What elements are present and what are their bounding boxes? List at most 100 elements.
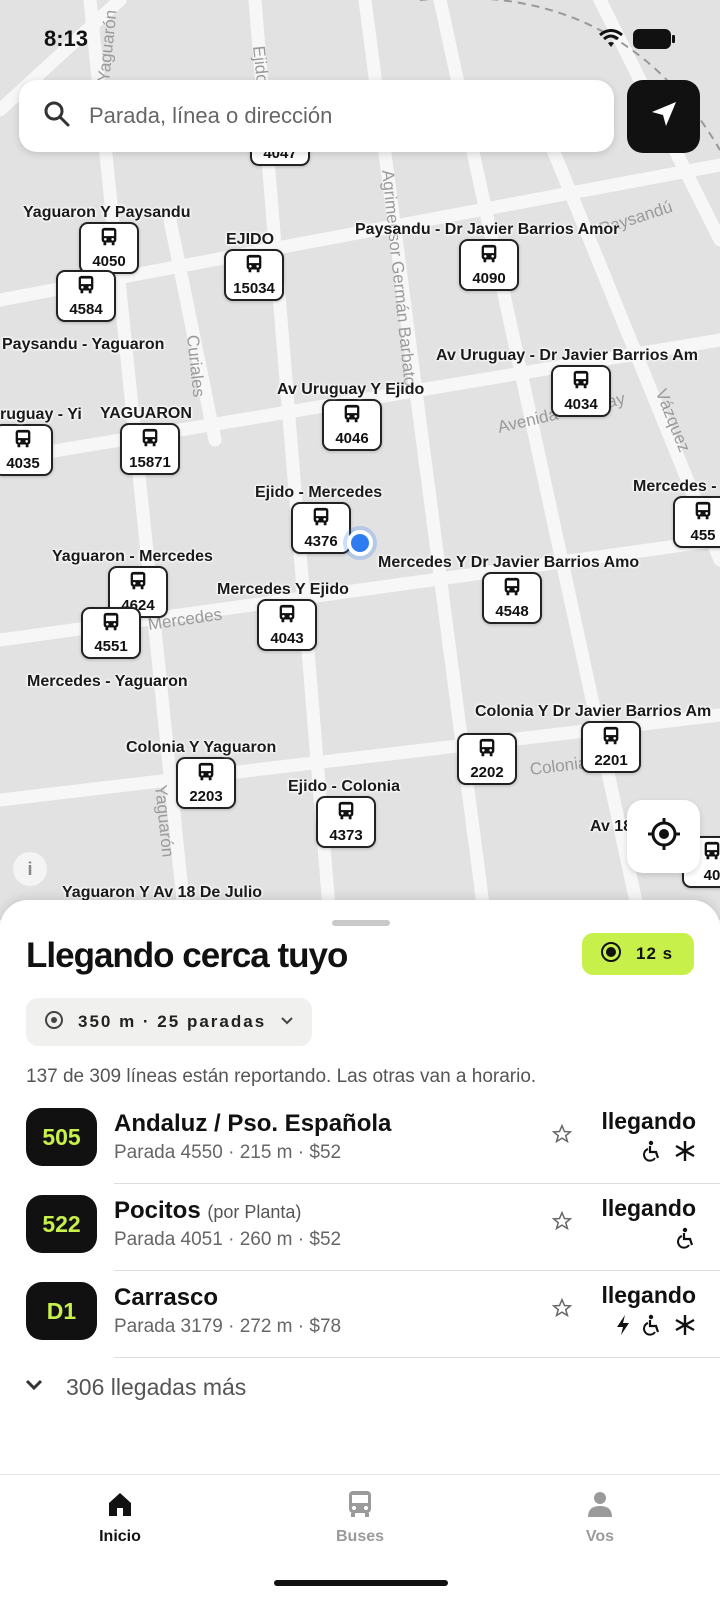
- user-location-dot: [347, 530, 373, 556]
- stop-number: 4050: [92, 253, 126, 270]
- radius-filter-button[interactable]: 350 m · 25 paradas: [26, 998, 312, 1046]
- bus-stop-marker[interactable]: 4548: [482, 572, 542, 624]
- bus-stop-marker[interactable]: 2202: [457, 733, 517, 785]
- stop-number: 2203: [189, 788, 223, 805]
- bus-icon: [701, 840, 720, 867]
- refresh-countdown: 12 s: [636, 944, 674, 963]
- bus-stop-marker[interactable]: 4046: [322, 399, 382, 451]
- stop-number: 2202: [470, 764, 504, 781]
- bus-icon: [478, 243, 500, 270]
- tab-label: Buses: [335, 1528, 385, 1545]
- stop-number: 455: [690, 527, 716, 544]
- search-input[interactable]: [89, 103, 549, 129]
- bus-stop-label: Mercedes Y Dr Javier Barrios Amo: [378, 554, 640, 571]
- bus-stop-marker[interactable]: 4050: [79, 222, 139, 274]
- row-divider: [114, 1357, 720, 1358]
- status-icons: [598, 28, 676, 55]
- arrival-row[interactable]: 522 Pocitos (por Planta) Parada 4051 · 260…: [0, 1183, 720, 1271]
- stop-number: 15034: [233, 280, 275, 297]
- arrival-status: llegando: [601, 1282, 696, 1308]
- stop-number: 15871: [129, 454, 171, 471]
- bus-icon: [127, 570, 149, 597]
- bus-stop-label: Yaguaron - Mercedes: [52, 548, 213, 565]
- stop-number: 4090: [472, 270, 506, 287]
- favorite-star-icon[interactable]: [551, 1210, 573, 1236]
- stop-number: 4046: [335, 430, 369, 447]
- navigation-arrow-icon: [649, 99, 679, 134]
- bus-stop-marker[interactable]: 2201: [581, 721, 641, 773]
- bus-icon: [75, 274, 97, 301]
- tab-buses[interactable]: Buses: [300, 1489, 420, 1546]
- bus-stop-marker[interactable]: 4551: [81, 607, 141, 659]
- locate-me-button[interactable]: [627, 800, 700, 873]
- crosshair-icon: [646, 816, 682, 857]
- bus-icon: [195, 761, 217, 788]
- stop-number: 4373: [329, 827, 363, 844]
- wheelchair-icon: [642, 1314, 662, 1341]
- wheelchair-icon: [642, 1140, 662, 1167]
- stop-number: 40: [703, 867, 720, 884]
- bus-stop-marker[interactable]: 2203: [176, 757, 236, 809]
- line-badge: 505: [26, 1108, 97, 1166]
- favorite-star-icon[interactable]: [551, 1123, 573, 1149]
- more-arrivals-button[interactable]: 306 llegadas más: [24, 1374, 246, 1401]
- bus-features: [642, 1140, 696, 1167]
- stop-number: 4548: [495, 603, 529, 620]
- bus-icon: [243, 253, 265, 280]
- arrival-row[interactable]: 505 Andaluz / Pso. Española Parada 4550 ·…: [0, 1096, 720, 1184]
- stop-number: 4584: [69, 301, 103, 318]
- stop-number: 4034: [564, 396, 598, 413]
- search-bar[interactable]: [19, 80, 614, 152]
- tab-label: Vos: [585, 1528, 615, 1545]
- tab-label: Inicio: [99, 1528, 141, 1545]
- sheet-drag-handle[interactable]: [332, 920, 390, 926]
- bus-stop-label: Colonia Y Dr Javier Barrios Am: [475, 703, 712, 720]
- bus-stop-label: Mercedes -: [633, 478, 717, 495]
- chevron-down-icon: [24, 1378, 44, 1397]
- line-badge: D1: [26, 1282, 97, 1340]
- route-name: Andaluz / Pso. Española: [114, 1110, 392, 1137]
- navigate-button[interactable]: [627, 80, 700, 153]
- route-variant: (por Planta): [207, 1202, 302, 1222]
- stop-number: 4376: [304, 533, 338, 550]
- bus-stop-label: Av Uruguay - Dr Javier Barrios Am: [436, 347, 699, 364]
- bus-stop-marker[interactable]: 15034: [224, 249, 284, 301]
- snowflake-icon: [674, 1314, 696, 1341]
- arrival-status: llegando: [601, 1108, 696, 1134]
- tab-vos[interactable]: Vos: [540, 1489, 660, 1546]
- bus-stop-marker[interactable]: 455: [673, 496, 720, 548]
- stop-number: 4043: [270, 630, 304, 647]
- bus-features: [616, 1314, 696, 1341]
- bus-stop-marker[interactable]: 4090: [459, 239, 519, 291]
- bus-stop-label: Yaguaron Y Paysandu: [23, 204, 191, 221]
- arrival-row[interactable]: D1 Carrasco Parada 3179 · 272 m · $78 lleg…: [0, 1270, 720, 1358]
- bus-stop-marker[interactable]: 4043: [257, 599, 317, 651]
- tab-inicio[interactable]: Inicio: [60, 1489, 180, 1546]
- bus-stop-label: Ejido - Colonia: [288, 778, 400, 795]
- route-name: Carrasco: [114, 1284, 219, 1311]
- bus-stop-marker[interactable]: 4373: [316, 796, 376, 848]
- home-indicator: [274, 1580, 448, 1586]
- route-name-line: Andaluz / Pso. Española: [114, 1110, 391, 1138]
- refresh-timer-badge[interactable]: 12 s: [582, 933, 694, 975]
- bus-stop-marker[interactable]: 4376: [291, 502, 351, 554]
- bus-stop-marker[interactable]: 15871: [120, 423, 180, 475]
- bus-stop-label: Ejido - Mercedes: [255, 484, 383, 501]
- wifi-icon: [598, 29, 624, 54]
- bus-icon: [12, 428, 34, 455]
- bus-icon: [139, 427, 161, 454]
- status-time: 8:13: [44, 26, 89, 51]
- map-info-button[interactable]: i: [13, 852, 47, 886]
- bus-icon: [692, 500, 714, 527]
- person-icon: [585, 1492, 615, 1523]
- bus-stop-label: Av Uruguay Y Ejido: [277, 381, 425, 398]
- radius-filter-label: 350 m · 25 paradas: [78, 1012, 267, 1031]
- live-dot-icon: [600, 941, 622, 968]
- bus-stop-marker[interactable]: 4035: [0, 424, 53, 476]
- bus-icon: [501, 576, 523, 603]
- favorite-star-icon[interactable]: [551, 1297, 573, 1323]
- bus-stop-label: YAGUARON: [100, 405, 192, 422]
- bus-icon: [341, 403, 363, 430]
- bus-stop-marker[interactable]: 4584: [56, 270, 116, 322]
- bus-stop-marker[interactable]: 4034: [551, 365, 611, 417]
